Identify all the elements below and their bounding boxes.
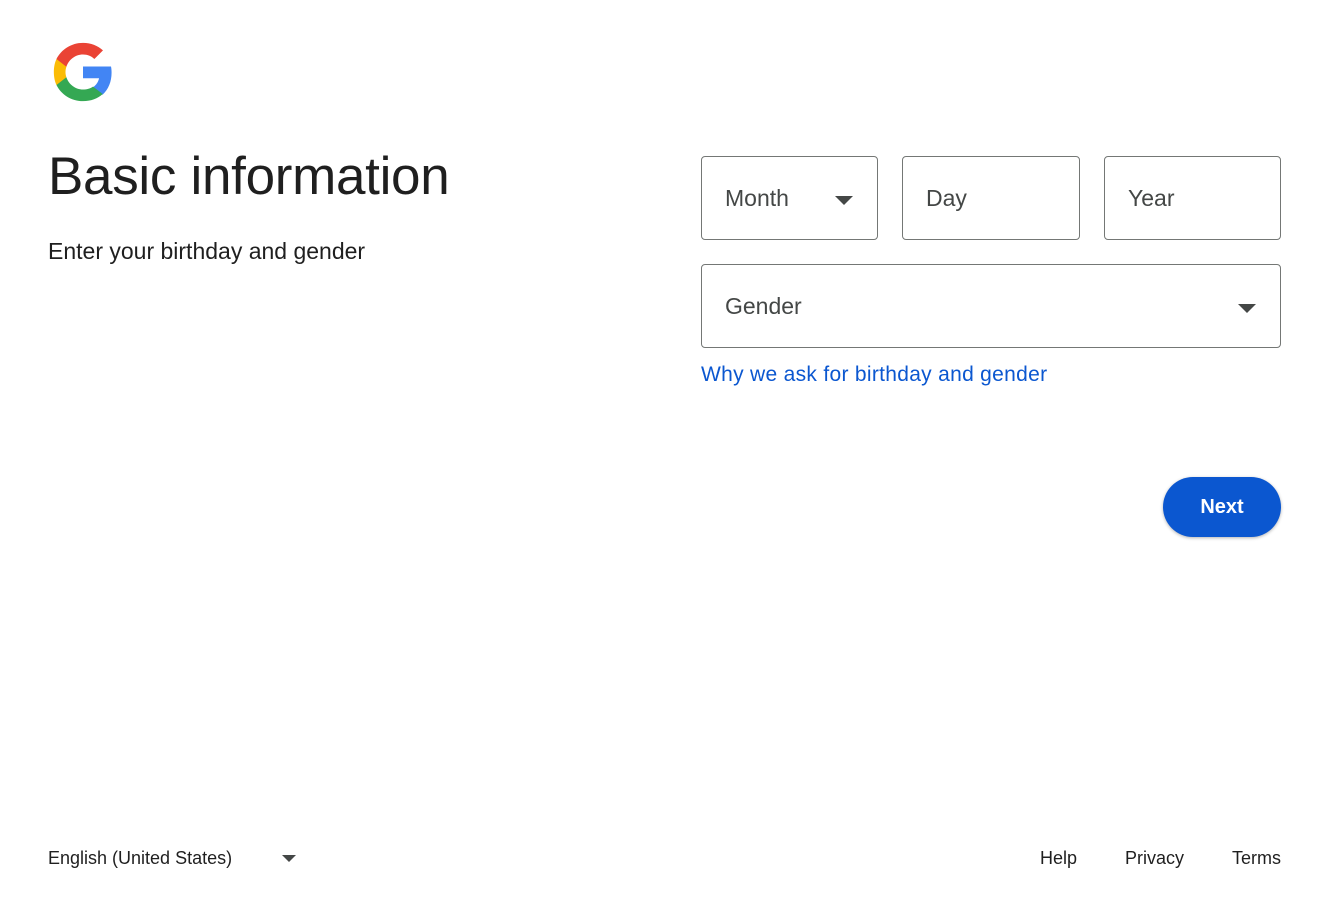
help-link[interactable]: Help [1040, 848, 1077, 869]
page-title: Basic information [48, 147, 450, 206]
month-select[interactable]: Month [701, 156, 878, 240]
day-input-label: Day [926, 184, 967, 211]
page-subtitle: Enter your birthday and gender [48, 238, 366, 264]
language-selector[interactable]: English (United States) [48, 848, 297, 869]
gender-select[interactable]: Gender [701, 264, 1281, 348]
year-input-label: Year [1128, 184, 1175, 211]
caret-down-icon [282, 855, 297, 862]
day-input[interactable]: Day [902, 156, 1080, 240]
footer-links: Help Privacy Terms [1040, 848, 1281, 869]
why-we-ask-link[interactable]: Why we ask for birthday and gender [701, 363, 1047, 387]
google-logo-icon [48, 37, 118, 107]
month-select-label: Month [725, 184, 789, 211]
year-input[interactable]: Year [1104, 156, 1281, 240]
page: Basic information Enter your birthday an… [0, 0, 1329, 909]
gender-select-label: Gender [725, 292, 802, 319]
caret-down-icon [1238, 304, 1256, 313]
privacy-link[interactable]: Privacy [1125, 848, 1184, 869]
language-label: English (United States) [48, 848, 233, 868]
terms-link[interactable]: Terms [1232, 848, 1281, 869]
caret-down-icon [835, 196, 853, 205]
next-button[interactable]: Next [1163, 477, 1281, 537]
